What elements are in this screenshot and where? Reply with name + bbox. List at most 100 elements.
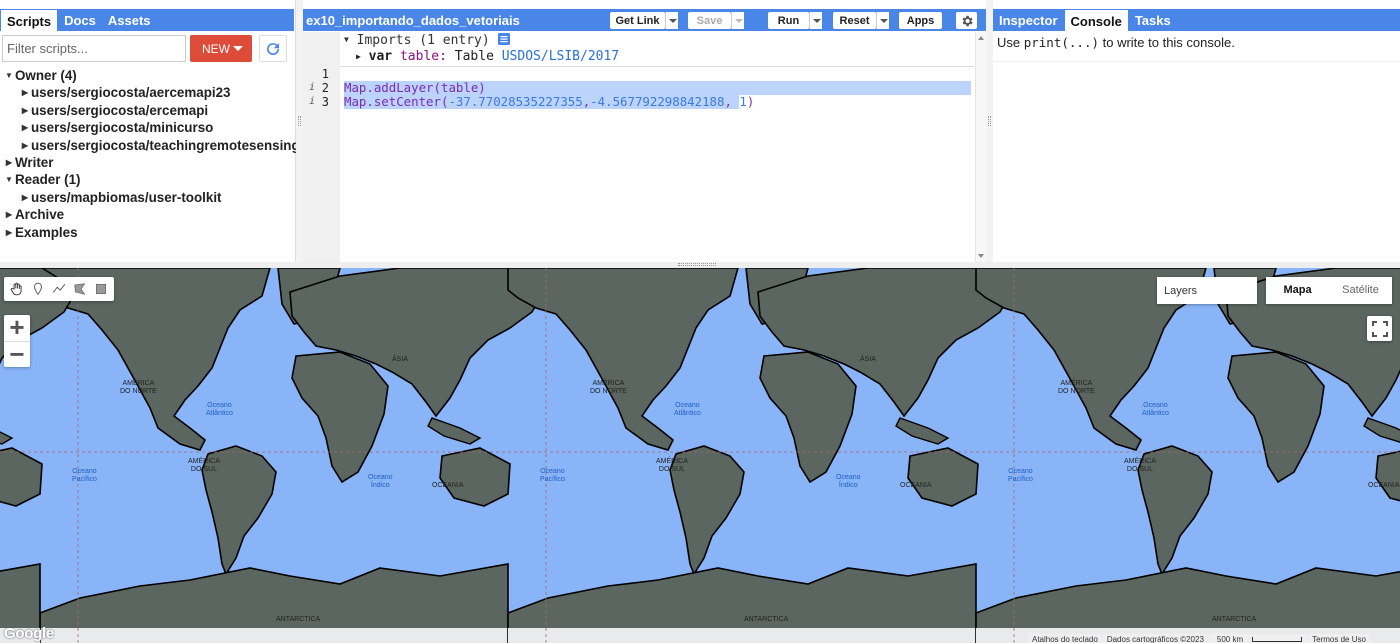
line-icon[interactable] [50, 280, 68, 298]
filter-scripts-input[interactable] [2, 35, 186, 62]
left-tab-bar: Scripts Docs Assets [0, 9, 294, 31]
right-tab-bar: Inspector Console Tasks [993, 9, 1400, 31]
tree-folder-archive[interactable]: ▶ Archive [0, 206, 294, 223]
layers-button[interactable]: Layers [1157, 277, 1257, 304]
fullscreen-button[interactable] [1367, 316, 1392, 341]
map-view[interactable]: AMÉRICA DO NORTE AMÉRICA DO NORTE AMÉRICA D… [0, 268, 1400, 643]
right-splitter[interactable] [986, 0, 993, 262]
collapsed-triangle-icon: ▶ [5, 157, 13, 167]
tree-label: Archive [15, 207, 65, 223]
map-label: AMÉRICA DO SUL [188, 458, 220, 473]
map-type-toggle: Mapa Satélite [1266, 277, 1392, 304]
collapsed-triangle-icon: ▶ [21, 123, 29, 133]
tab-scripts[interactable]: Scripts [0, 9, 59, 31]
map-label: Oceano Atlântico [206, 402, 233, 417]
gear-icon [962, 15, 973, 26]
import-entry[interactable]: ▶ var table: Table USDOS/LSIB/2017 [356, 49, 619, 64]
tree-item-repo[interactable]: ▶ users/sergiocosta/teachingremotesensing [0, 137, 300, 154]
tree-folder-writer[interactable]: ▶ Writer [0, 154, 294, 171]
line-number: 2 [321, 81, 329, 95]
run-button[interactable]: Run [768, 12, 809, 29]
expanded-triangle-icon: ▼ [5, 71, 13, 80]
get-link-button[interactable]: Get Link [610, 12, 665, 29]
map-type-mapa[interactable]: Mapa [1266, 277, 1329, 304]
map-label: Oceano Pacífico [1008, 468, 1033, 483]
scroll-up-icon[interactable] [978, 36, 984, 40]
rectangle-icon[interactable] [92, 280, 110, 298]
polygon-icon[interactable] [71, 280, 89, 298]
line-number-gutter: 1 i 2 i 3 [303, 67, 340, 262]
tree-item-repo[interactable]: ▶ users/sergiocosta/minicurso [0, 119, 294, 136]
code-number: 1 [739, 94, 747, 109]
imports-header[interactable]: ▼ Imports (1 entry) [344, 33, 510, 48]
script-title[interactable]: ex10_importando_dados_vetoriais [306, 13, 520, 28]
tree-item-repo[interactable]: ▶ users/sergiocosta/aercemapi23 [0, 84, 294, 101]
tree-folder-owner[interactable]: ▼ Owner (4) [0, 67, 294, 84]
keyword: var [368, 49, 393, 64]
tree-item-repo[interactable]: ▶ users/mapbiomas/user-toolkit [0, 189, 294, 206]
editor-toolbar: ex10_importando_dados_vetoriais Get Link… [303, 9, 986, 31]
code-args: (table) [433, 80, 486, 95]
tab-docs[interactable]: Docs [58, 9, 102, 31]
tab-console[interactable]: Console [1063, 9, 1129, 31]
tree-folder-reader[interactable]: ▼ Reader (1) [0, 171, 294, 188]
info-icon[interactable]: i [309, 82, 315, 93]
reset-button[interactable]: Reset [833, 12, 876, 29]
map-data-attribution: Dados cartográficos ©2023 [1102, 634, 1208, 643]
apps-button[interactable]: Apps [899, 12, 942, 29]
map-label: AMÉRICA DO SUL [656, 458, 688, 473]
settings-button[interactable] [956, 12, 977, 29]
left-splitter[interactable] [296, 0, 303, 262]
scale-control[interactable]: 500 km [1208, 634, 1308, 643]
map-label: AMÉRICA DO NORTE [590, 380, 627, 395]
console-hint: Use print(...) to write to this console. [997, 35, 1235, 50]
scroll-down-icon[interactable] [978, 254, 984, 258]
tree-label: users/mapbiomas/user-toolkit [31, 189, 222, 205]
zoom-out-button[interactable]: − [4, 341, 30, 367]
tree-item-repo[interactable]: ▶ users/sergiocosta/ercemapi [0, 102, 294, 119]
import-type: Table [454, 49, 494, 64]
tab-tasks[interactable]: Tasks [1129, 9, 1177, 31]
divider [993, 61, 1400, 62]
marker-icon[interactable] [29, 280, 47, 298]
google-logo: Google [4, 625, 54, 642]
code-line-3: Map.setCenter(-37.77028535227355,-4.5677… [344, 95, 754, 109]
import-asset-id[interactable]: USDOS/LSIB/2017 [502, 49, 619, 64]
tab-assets[interactable]: Assets [102, 9, 157, 31]
script-tree: ▼ Owner (4) ▶ users/sergiocosta/aercemapi2… [0, 67, 300, 241]
map-type-satelite[interactable]: Satélite [1329, 277, 1392, 304]
save-button[interactable]: Save [688, 12, 731, 29]
map-label: AMÉRICA DO NORTE [1058, 380, 1095, 395]
code-call: Map.setCenter [344, 94, 441, 109]
keyboard-shortcuts-link[interactable]: Atalhos do teclado [1028, 634, 1102, 643]
map-label: Oceano Pacífico [72, 468, 97, 483]
tree-folder-examples[interactable]: ▶ Examples [0, 224, 294, 241]
scale-label: 500 km [1212, 634, 1248, 643]
fullscreen-icon [1371, 320, 1388, 337]
tab-inspector[interactable]: Inspector [993, 9, 1064, 31]
info-icon[interactable]: i [309, 96, 315, 107]
map-label: ANTARCTICA [1212, 616, 1257, 623]
line-number: 1 [321, 67, 329, 81]
pan-hand-icon[interactable] [8, 280, 26, 298]
new-script-button[interactable]: NEW [190, 35, 252, 62]
show-imports-icon[interactable] [497, 33, 510, 45]
map-label: Oceano Índico [368, 474, 393, 489]
run-dropdown[interactable] [809, 12, 822, 29]
map-label: OCEANIA [900, 482, 932, 489]
terms-link[interactable]: Termos de Uso [1308, 634, 1370, 643]
editor-scrollbar[interactable] [975, 32, 986, 262]
refresh-button[interactable] [259, 35, 287, 62]
get-link-dropdown[interactable] [665, 12, 678, 29]
grip-icon [678, 263, 716, 266]
zoom-in-button[interactable]: + [4, 314, 30, 341]
tree-label: Reader (1) [15, 172, 81, 188]
reset-dropdown[interactable] [876, 12, 889, 29]
scripts-panel: Scripts Docs Assets NEW ▼Owner (4) ▶user… [0, 0, 300, 262]
console-panel: Inspector Console Tasks Use print(...) t… [993, 0, 1400, 262]
expanded-triangle-icon: ▼ [5, 175, 13, 185]
imports-header-label: Imports (1 entry) [356, 33, 490, 48]
save-dropdown[interactable] [731, 12, 744, 29]
caret-down-icon [233, 46, 243, 51]
map-label: ÁSIA [860, 356, 876, 363]
